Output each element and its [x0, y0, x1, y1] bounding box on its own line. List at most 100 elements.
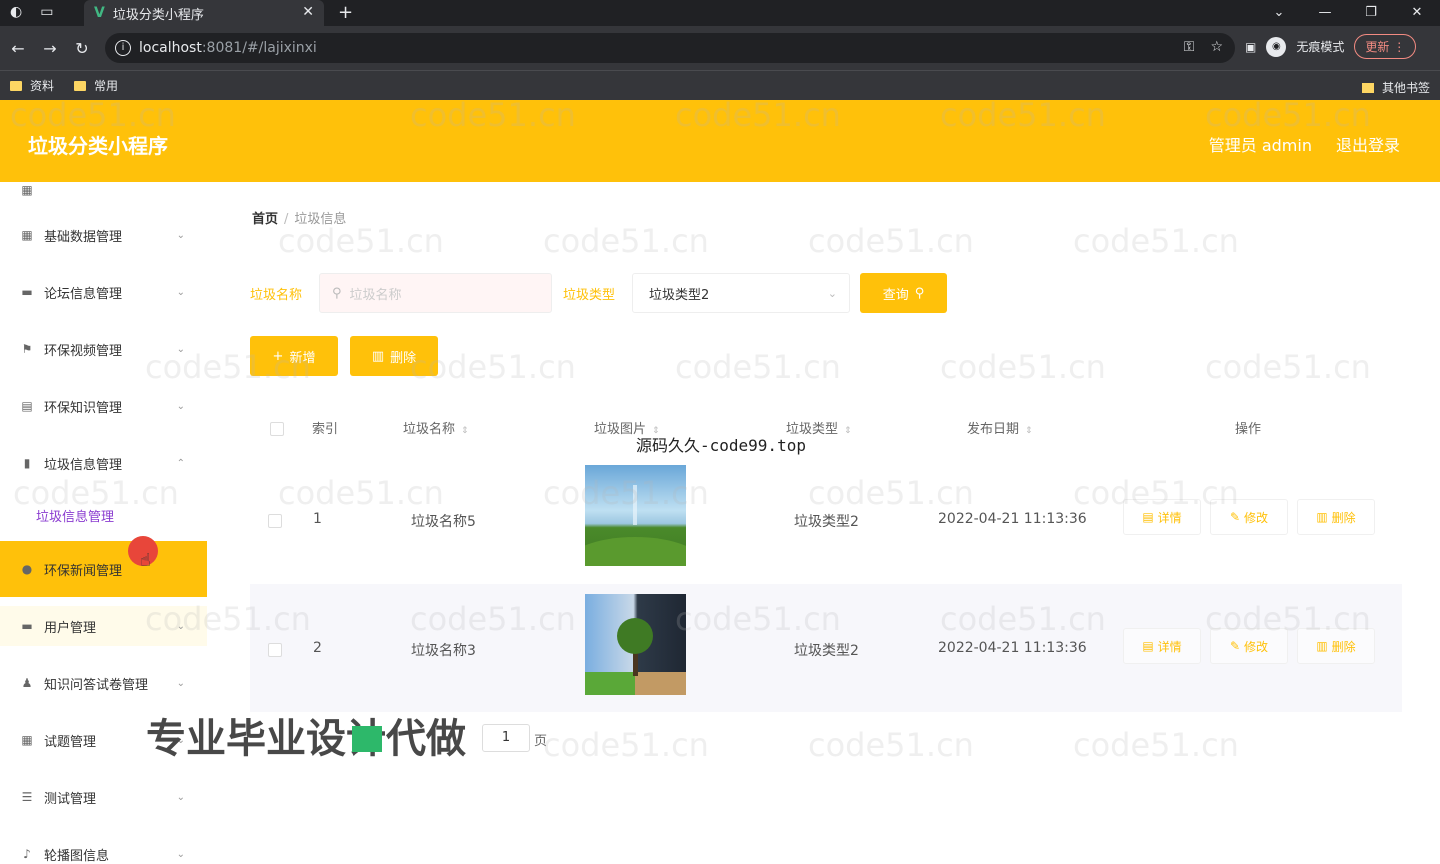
- type-select[interactable]: 垃圾类型2 ⌄: [632, 273, 850, 313]
- select-all-checkbox[interactable]: [270, 422, 284, 436]
- back-icon[interactable]: ←: [2, 39, 34, 58]
- detail-button[interactable]: ▤ 详情: [1123, 628, 1201, 664]
- sidebar-item-partial[interactable]: ▦: [0, 182, 207, 210]
- tab-overview-icon[interactable]: ▭: [40, 4, 53, 20]
- sidebar-item-label: 用户管理: [44, 620, 97, 636]
- document-icon: ▤: [21, 399, 33, 413]
- sidebar-item-label: 试题管理: [44, 734, 97, 750]
- other-bookmarks-label: 其他书签: [1381, 81, 1430, 95]
- tab-title: 垃圾分类小程序: [112, 7, 204, 23]
- sidebar-item-video[interactable]: ⚑ 环保视频管理 ⌄: [0, 329, 207, 369]
- sidebar-item-label: 垃圾信息管理: [44, 457, 123, 473]
- delete-label: 删除: [390, 350, 417, 366]
- chevron-down-icon: ⌄: [176, 848, 185, 860]
- garbage-image[interactable]: [585, 594, 686, 695]
- edit-label: 修改: [1244, 639, 1269, 654]
- update-button[interactable]: 更新 ⋮: [1354, 34, 1417, 59]
- flag-icon: ⚑: [21, 342, 33, 356]
- tab-search-icon[interactable]: ⌄: [1256, 0, 1302, 26]
- header-user-area: 管理员 admin 退出登录: [1209, 132, 1400, 156]
- sidebar-item-knowledge[interactable]: ▤ 环保知识管理 ⌄: [0, 386, 207, 426]
- chevron-down-icon: ⌄: [176, 677, 185, 689]
- table-row: 2 垃圾名称3 垃圾类型2 2022-04-21 11:13:36 ▤ 详情 ✎ 修…: [250, 584, 1402, 712]
- sidebar-item-garbage[interactable]: ▮ 垃圾信息管理 ⌃: [0, 443, 207, 483]
- row-name: 垃圾名称5: [411, 514, 476, 530]
- sidebar-item-basic-data[interactable]: ▦ 基础数据管理 ⌄: [0, 215, 207, 255]
- site-info-icon[interactable]: i: [115, 40, 131, 56]
- sidebar-item-quiz-paper[interactable]: ♟ 知识问答试卷管理 ⌄: [0, 663, 207, 703]
- sidebar-item-label: 知识问答试卷管理: [44, 677, 149, 693]
- chevron-down-icon: ⌄: [176, 620, 185, 632]
- document-icon: ▤: [1142, 510, 1154, 524]
- browser-logo-icon[interactable]: ◐: [10, 4, 22, 20]
- name-placeholder: 垃圾名称: [349, 287, 402, 303]
- sidebar-item-forum[interactable]: ▬ 论坛信息管理 ⌄: [0, 272, 207, 312]
- bookmark-star-icon[interactable]: ☆: [1210, 39, 1223, 55]
- add-button[interactable]: + 新增: [250, 336, 338, 376]
- col-date[interactable]: 发布日期 ⇕: [967, 418, 1033, 437]
- folder-icon: [10, 80, 22, 91]
- sidebar-item-tests[interactable]: ☰ 测试管理 ⌄: [0, 777, 207, 817]
- reload-icon[interactable]: ↻: [66, 39, 98, 58]
- browser-left-icons: ◐ ▭: [10, 4, 53, 20]
- shield-icon: ●: [21, 562, 33, 576]
- chevron-down-icon: ⌄: [176, 286, 185, 298]
- type-select-value: 垃圾类型2: [649, 287, 710, 303]
- user-icon: ♟: [21, 676, 33, 690]
- monitor-icon: ▬: [21, 285, 33, 299]
- tab-close-icon[interactable]: ✕: [302, 4, 314, 20]
- bookmark-folder[interactable]: 常用: [74, 77, 118, 94]
- edit-icon: ✎: [1229, 510, 1241, 524]
- menu-icon: ▦: [21, 183, 33, 197]
- sidebar-item-users[interactable]: ▬ 用户管理 ⌄: [0, 606, 207, 646]
- bookmarks-bar: 资料 常用 其他书签: [0, 70, 1440, 100]
- window-close-icon[interactable]: ✕: [1394, 0, 1440, 26]
- row-checkbox[interactable]: [268, 514, 282, 528]
- add-label: 新增: [289, 350, 316, 366]
- app-header: 垃圾分类小程序 管理员 admin 退出登录: [0, 100, 1440, 182]
- delete-button[interactable]: ▥ 删除: [1297, 499, 1375, 535]
- search-icon: ⚲: [914, 285, 925, 301]
- bookmark-label: 常用: [94, 79, 119, 93]
- other-bookmarks[interactable]: 其他书签: [1361, 79, 1430, 96]
- sidebar-item-carousel[interactable]: ♪ 轮播图信息 ⌄: [0, 834, 207, 864]
- submenu-garbage-info[interactable]: 垃圾信息管理: [36, 506, 114, 525]
- restore-icon[interactable]: ❐: [1348, 0, 1394, 26]
- trash-icon: ▥: [371, 348, 385, 364]
- key-icon[interactable]: ⚿: [1184, 39, 1195, 55]
- edit-label: 修改: [1244, 510, 1269, 525]
- browser-tab[interactable]: V 垃圾分类小程序 ✕: [84, 0, 324, 26]
- folder-icon: [1361, 82, 1374, 93]
- breadcrumb-home[interactable]: 首页: [252, 212, 278, 227]
- bookmark-folder[interactable]: 资料: [10, 77, 54, 94]
- chat-icon: ▬: [21, 619, 33, 633]
- detail-label: 详情: [1157, 639, 1182, 654]
- incognito-icon: ◉: [1266, 36, 1287, 57]
- row-checkbox[interactable]: [268, 643, 282, 657]
- row-type: 垃圾类型2: [794, 514, 859, 530]
- sidepanel-icon[interactable]: ▣: [1245, 40, 1256, 54]
- batch-delete-button[interactable]: ▥ 删除: [350, 336, 438, 376]
- sidebar-item-news[interactable]: ● 环保新闻管理: [0, 541, 207, 597]
- minimize-icon[interactable]: —: [1302, 0, 1348, 26]
- page-number-input[interactable]: 1: [482, 724, 530, 752]
- query-button[interactable]: 查询 ⚲: [860, 273, 947, 313]
- row-index: 2: [313, 640, 322, 656]
- logout-link[interactable]: 退出登录: [1336, 132, 1400, 156]
- new-tab-icon[interactable]: +: [338, 2, 353, 23]
- incognito-label: 无痕模式: [1296, 40, 1345, 54]
- edit-button[interactable]: ✎ 修改: [1210, 499, 1288, 535]
- sort-icon: ⇕: [844, 426, 852, 436]
- forward-icon[interactable]: →: [34, 39, 66, 58]
- user-label: 管理员 admin: [1208, 136, 1312, 155]
- sort-icon: ⇕: [1025, 426, 1033, 436]
- garbage-image[interactable]: [565, 465, 705, 593]
- col-name[interactable]: 垃圾名称 ⇕: [403, 418, 469, 437]
- edit-button[interactable]: ✎ 修改: [1210, 628, 1288, 664]
- breadcrumb-current: 垃圾信息: [294, 212, 347, 227]
- url-bar[interactable]: i localhost:8081/#/lajixinxi ⚿ ☆: [105, 33, 1235, 63]
- list-icon: ☰: [21, 790, 33, 804]
- delete-button[interactable]: ▥ 删除: [1297, 628, 1375, 664]
- detail-button[interactable]: ▤ 详情: [1123, 499, 1201, 535]
- name-search-input[interactable]: ⚲ 垃圾名称: [319, 273, 552, 313]
